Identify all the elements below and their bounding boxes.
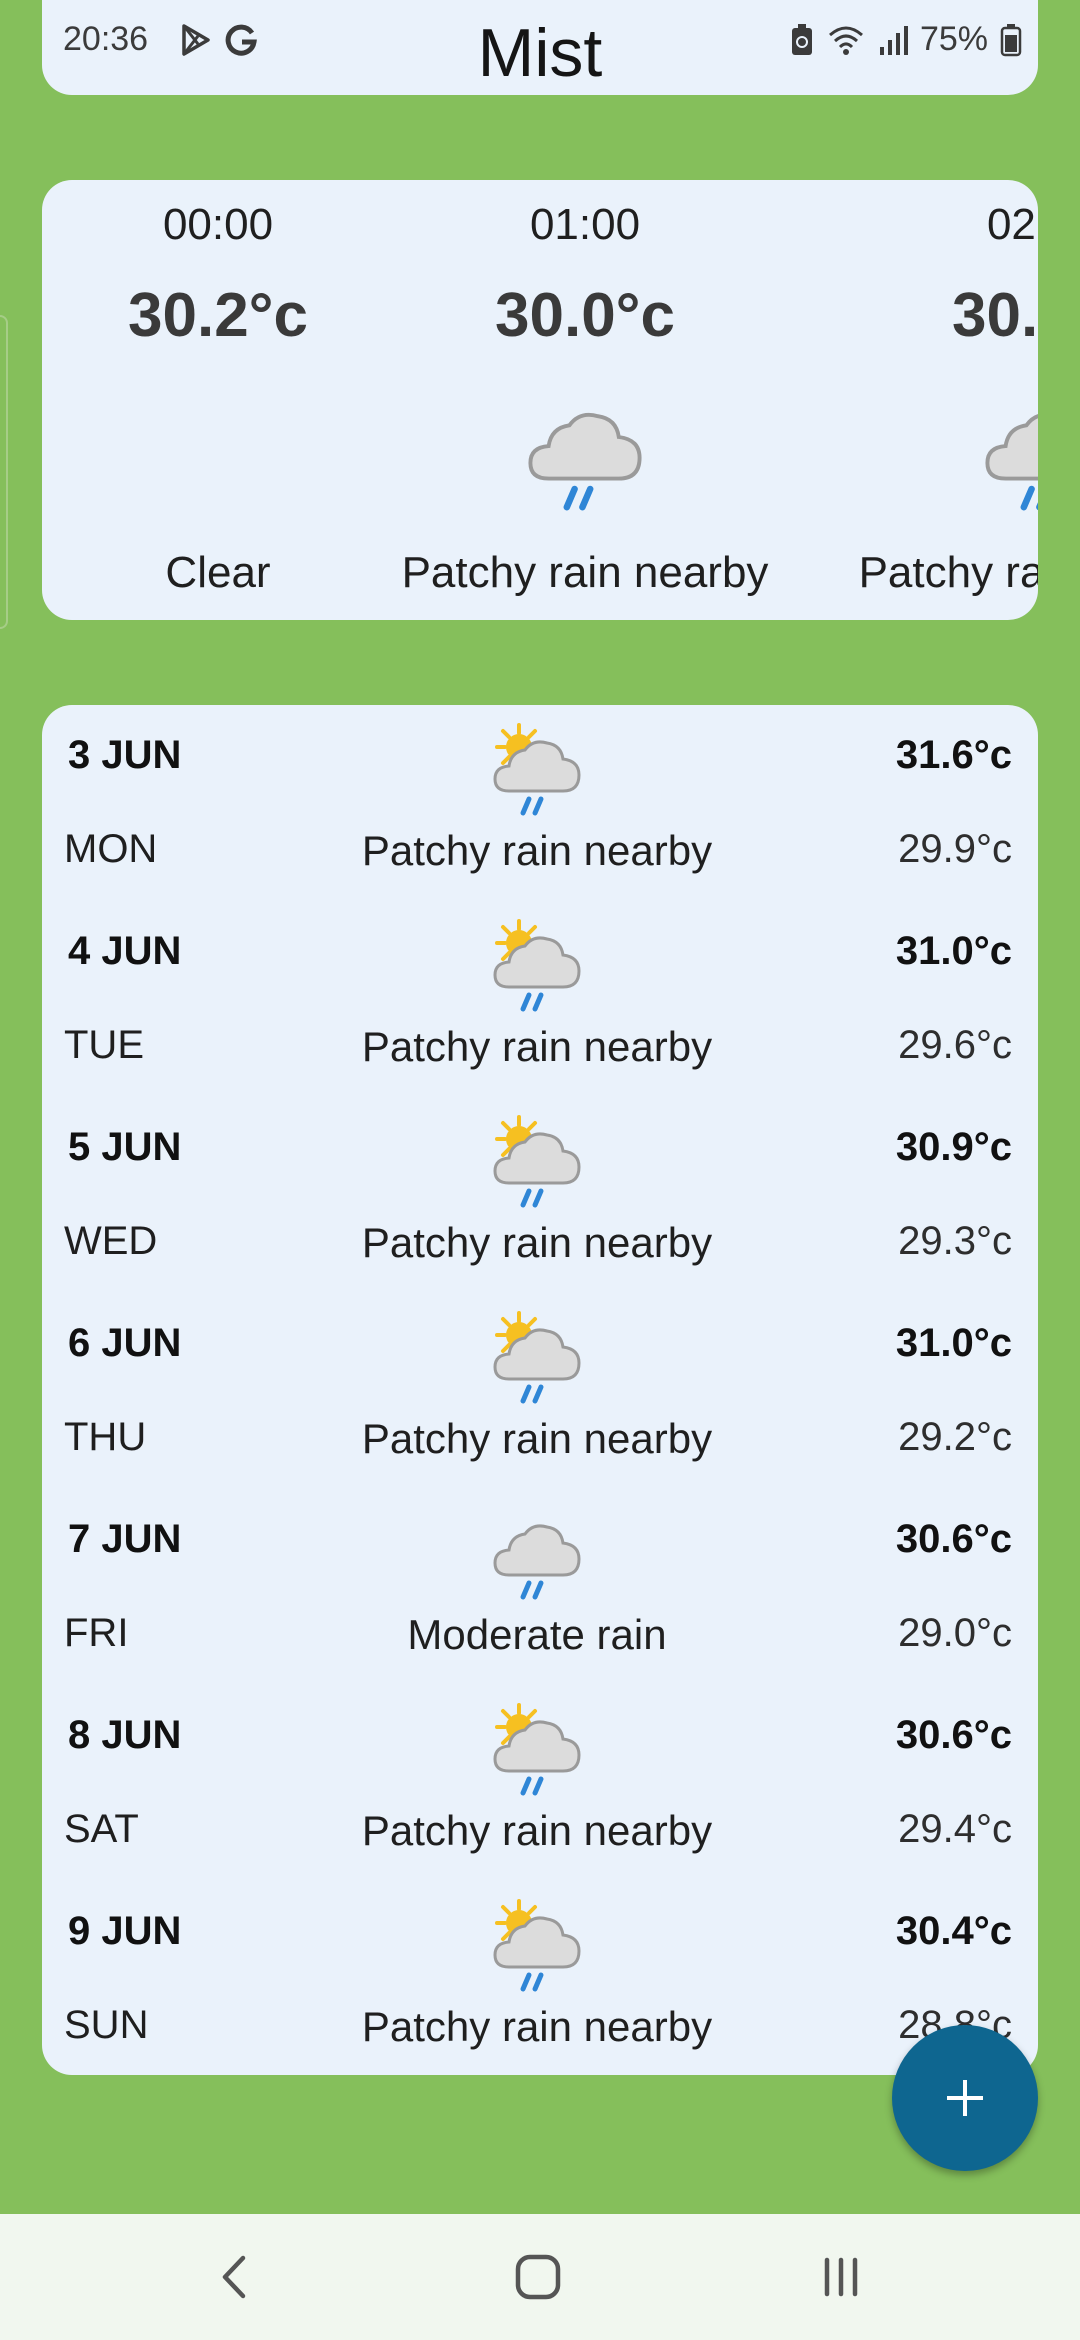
daily-date: 7 JUN bbox=[68, 1517, 182, 1561]
wifi-icon bbox=[828, 26, 863, 55]
night-cloud-rain-icon bbox=[520, 385, 642, 515]
hourly-time: 00:00 bbox=[162, 200, 274, 249]
sun-cloud-rain-icon bbox=[493, 723, 581, 819]
daily-row[interactable]: 7 JUN FRI Moderate rain 30.6°c 29.0°c bbox=[42, 1489, 1038, 1685]
home-button[interactable] bbox=[503, 2242, 573, 2312]
daily-date: 6 JUN bbox=[68, 1321, 182, 1365]
signal-icon bbox=[879, 25, 908, 55]
daily-row[interactable]: 3 JUN MON Patchy rain nearby 31.6°c 29.9… bbox=[42, 705, 1038, 901]
status-right-icons: 75% bbox=[790, 20, 1022, 59]
sun-cloud-rain-icon bbox=[493, 1899, 581, 1995]
daily-forecast-card: 3 JUN MON Patchy rain nearby 31.6°c 29.9… bbox=[42, 705, 1038, 2075]
daily-date: 5 JUN bbox=[68, 1125, 182, 1169]
back-icon bbox=[222, 2255, 246, 2299]
daily-condition: Patchy rain nearby bbox=[361, 1023, 713, 1070]
daily-row[interactable]: 6 JUN THU Patchy rain nearby 31.0°c 29.2… bbox=[42, 1293, 1038, 1489]
daily-low-temp: 29.6°c bbox=[898, 1023, 1012, 1067]
battery-percent: 75% bbox=[919, 20, 988, 58]
daily-row[interactable]: 8 JUN SAT Patchy rain nearby 30.6°c 29.4… bbox=[42, 1685, 1038, 1881]
daily-condition: Patchy rain nearby bbox=[361, 1415, 713, 1462]
hourly-condition: Patchy rain nearby bbox=[401, 548, 769, 597]
daily-condition: Moderate rain bbox=[407, 1611, 667, 1658]
cloud-rain-icon bbox=[493, 1524, 581, 1603]
hourly-time: 01:00 bbox=[529, 200, 641, 249]
daily-low-temp: 29.9°c bbox=[898, 827, 1012, 871]
hourly-condition: Patchy rain nearby bbox=[858, 548, 1038, 597]
edge-panel-handle[interactable] bbox=[0, 315, 8, 629]
battery-saver-icon bbox=[791, 23, 812, 55]
daily-weekday: MON bbox=[64, 827, 158, 871]
daily-high-temp: 31.0°c bbox=[895, 1321, 1012, 1365]
hourly-item[interactable]: 01:00 30.0°c Patchy rain nearby bbox=[375, 180, 795, 620]
daily-weekday: SUN bbox=[64, 2003, 149, 2047]
recents-button[interactable] bbox=[806, 2242, 876, 2312]
sun-cloud-rain-icon bbox=[493, 1703, 581, 1799]
daily-low-temp: 29.0°c bbox=[898, 1611, 1012, 1655]
hourly-temp: 30.0°c bbox=[495, 281, 675, 350]
daily-low-temp: 29.3°c bbox=[898, 1219, 1012, 1263]
night-cloud-rain-icon bbox=[977, 385, 1038, 515]
add-location-button[interactable] bbox=[892, 2025, 1038, 2171]
daily-row[interactable]: 9 JUN SUN Patchy rain nearby 30.4°c 28.8… bbox=[42, 1881, 1038, 2077]
plus-icon bbox=[947, 2080, 983, 2116]
hourly-item[interactable]: 00:00 30.2°c Clear bbox=[42, 180, 428, 620]
sun-cloud-rain-icon bbox=[493, 1311, 581, 1407]
daily-weekday: TUE bbox=[64, 1023, 144, 1067]
daily-condition: Patchy rain nearby bbox=[361, 1219, 713, 1266]
back-button[interactable] bbox=[200, 2242, 270, 2312]
daily-high-temp: 31.6°c bbox=[895, 733, 1012, 777]
hourly-temp: 30.2°c bbox=[952, 281, 1038, 350]
daily-high-temp: 31.0°c bbox=[895, 929, 1012, 973]
daily-condition: Patchy rain nearby bbox=[361, 2003, 713, 2050]
daily-weekday: THU bbox=[64, 1415, 147, 1459]
sun-cloud-rain-icon bbox=[493, 919, 581, 1015]
sun-cloud-rain-icon bbox=[493, 1115, 581, 1211]
daily-condition: Patchy rain nearby bbox=[361, 1807, 713, 1854]
moon-icon bbox=[191, 426, 216, 474]
hourly-item[interactable]: 02:00 30.2°c Patchy rain nearby bbox=[832, 180, 1038, 620]
daily-date: 8 JUN bbox=[68, 1713, 182, 1757]
daily-condition: Patchy rain nearby bbox=[361, 827, 713, 874]
recents-icon bbox=[824, 2257, 858, 2297]
battery-icon bbox=[1000, 23, 1022, 56]
daily-row[interactable]: 5 JUN WED Patchy rain nearby 30.9°c 29.3… bbox=[42, 1097, 1038, 1293]
daily-high-temp: 30.9°c bbox=[895, 1125, 1012, 1169]
daily-row[interactable]: 4 JUN TUE Patchy rain nearby 31.0°c 29.6… bbox=[42, 901, 1038, 1097]
daily-high-temp: 30.6°c bbox=[895, 1713, 1012, 1757]
daily-date: 4 JUN bbox=[68, 929, 182, 973]
daily-weekday: FRI bbox=[64, 1611, 129, 1655]
daily-low-temp: 29.4°c bbox=[898, 1807, 1012, 1851]
hourly-condition: Clear bbox=[165, 548, 271, 597]
daily-low-temp: 29.2°c bbox=[898, 1415, 1012, 1459]
daily-date: 3 JUN bbox=[68, 733, 182, 777]
daily-high-temp: 30.4°c bbox=[895, 1909, 1012, 1953]
daily-weekday: WED bbox=[64, 1219, 158, 1263]
home-icon bbox=[515, 2254, 561, 2300]
hourly-temp: 30.2°c bbox=[128, 281, 308, 350]
daily-high-temp: 30.6°c bbox=[895, 1517, 1012, 1561]
hourly-time: 02:00 bbox=[986, 200, 1038, 249]
daily-date: 9 JUN bbox=[68, 1909, 182, 1953]
daily-weekday: SAT bbox=[64, 1807, 139, 1851]
system-nav-bar bbox=[0, 2214, 1080, 2340]
hourly-forecast-card[interactable]: 00:00 30.2°c Clear 01:00 30.0°c Patchy r… bbox=[42, 180, 1038, 620]
